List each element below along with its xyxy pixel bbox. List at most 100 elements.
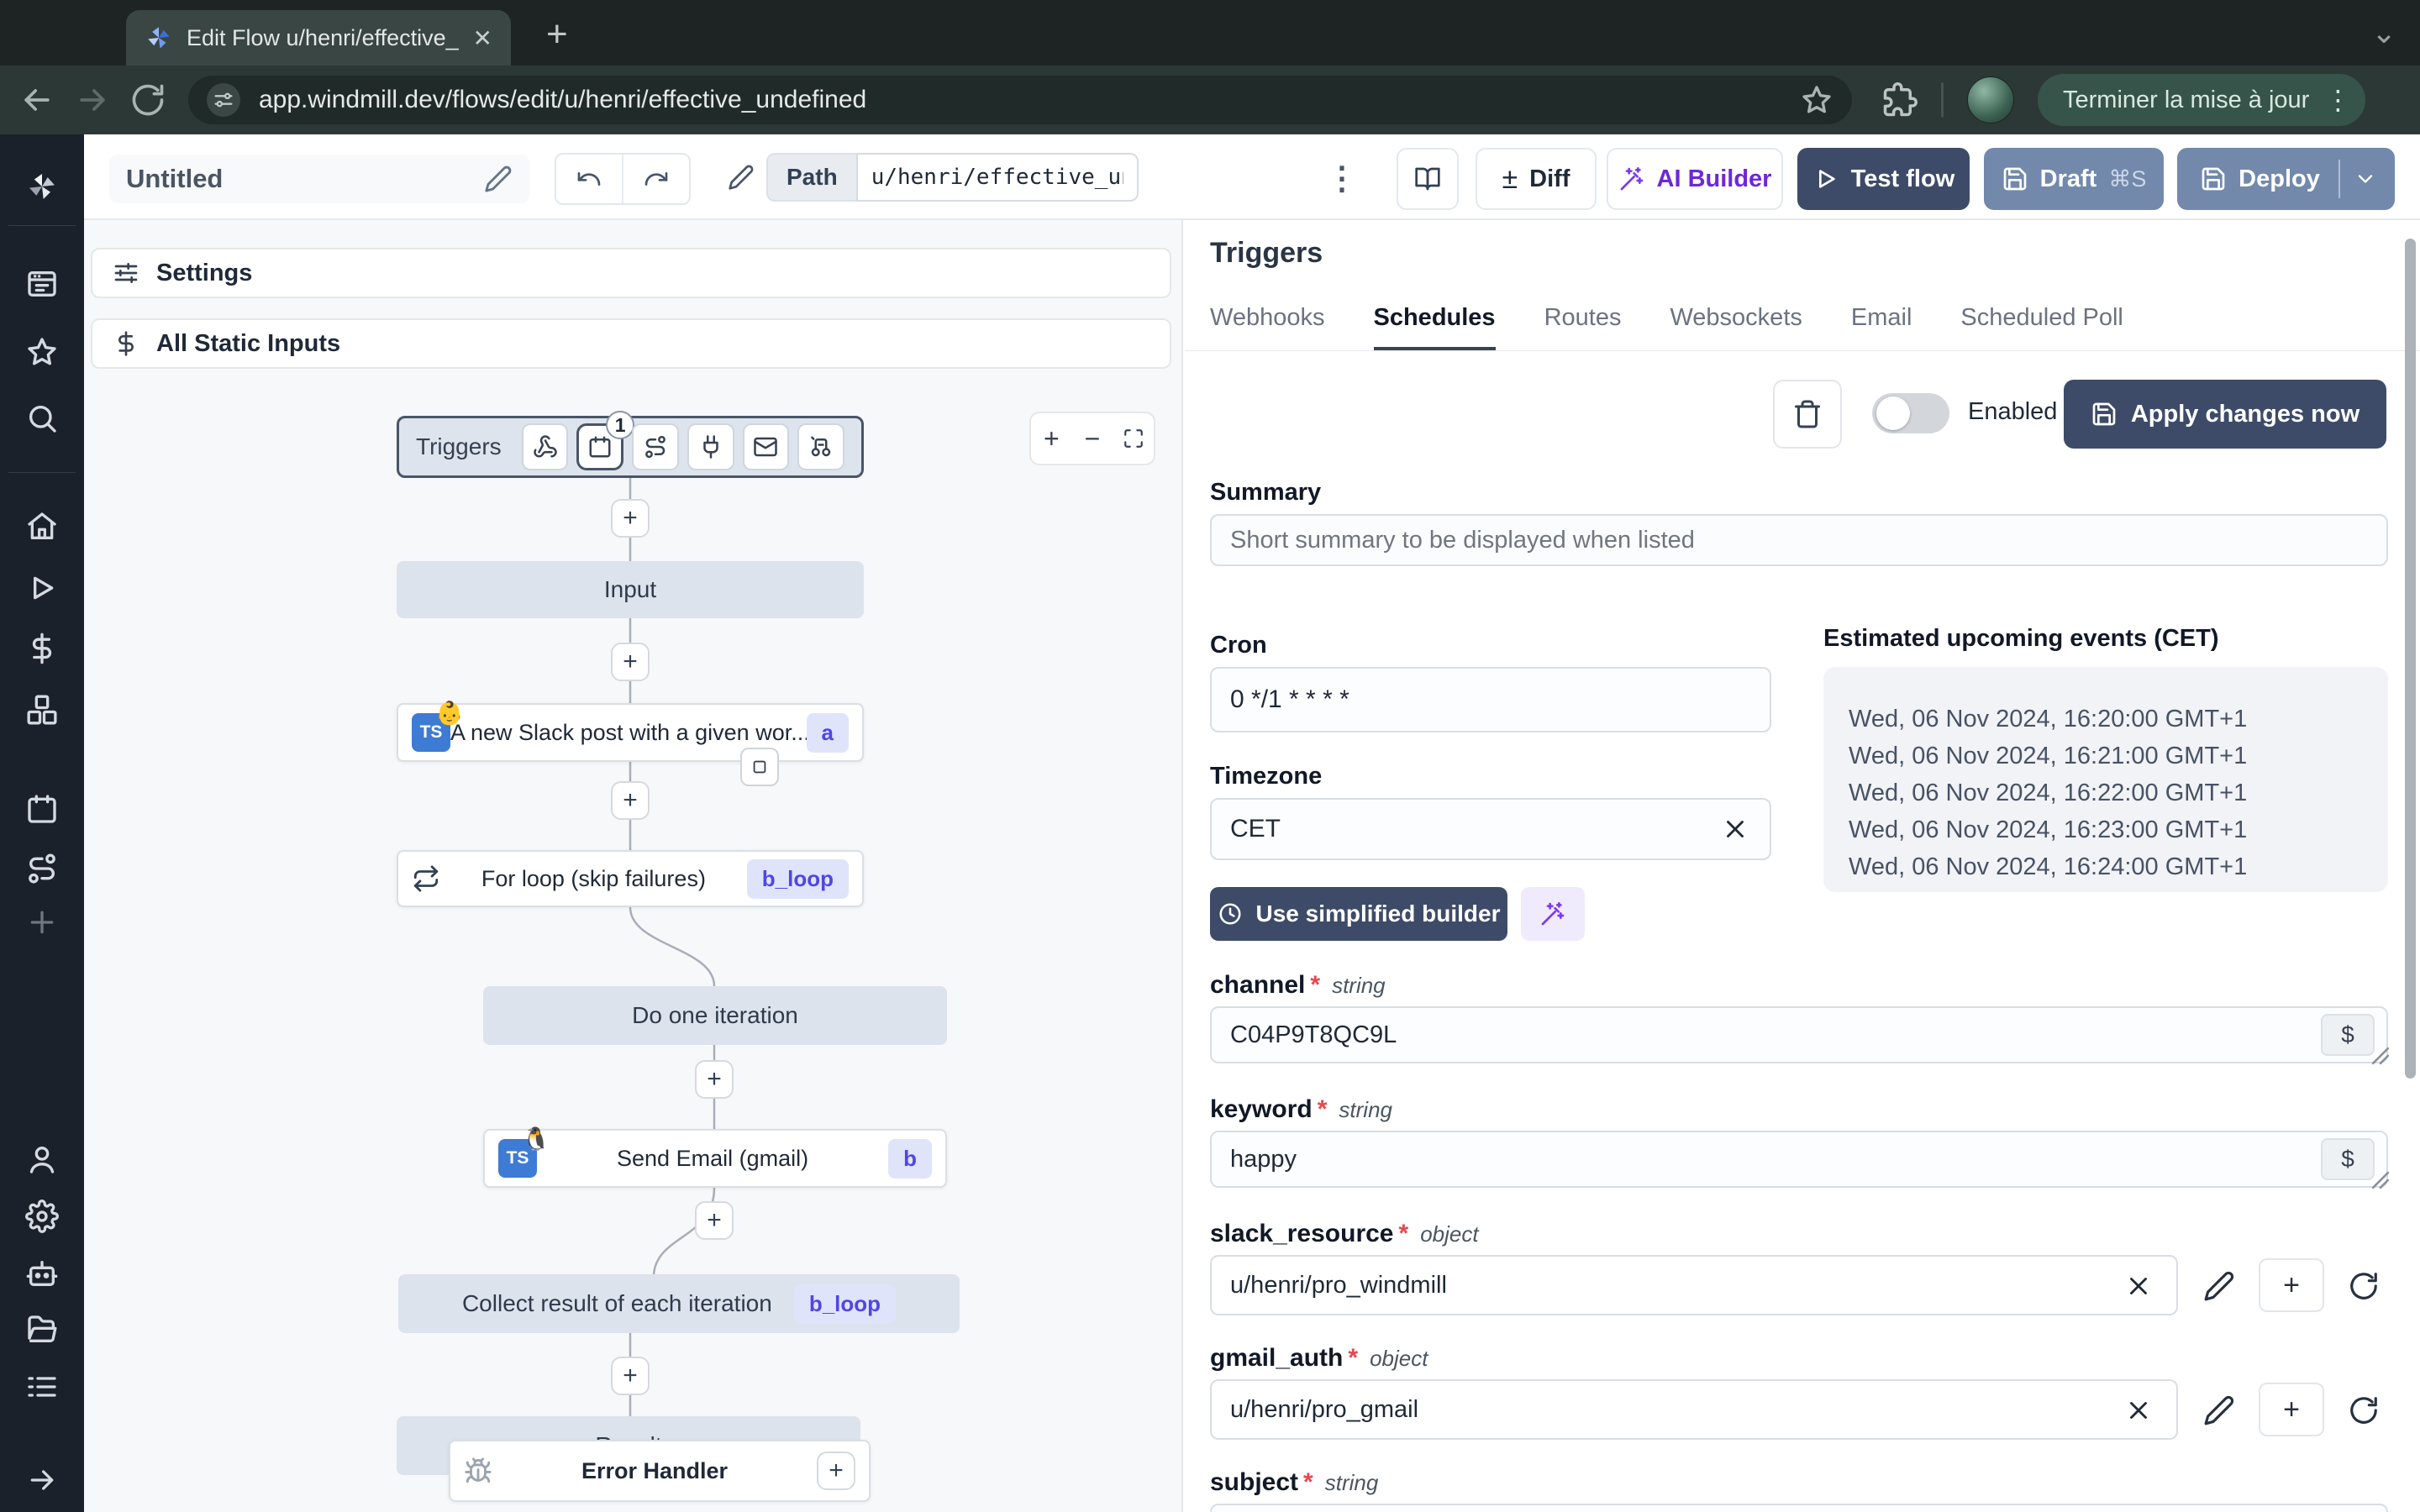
- apply-changes-button[interactable]: Apply changes now: [2064, 380, 2386, 449]
- add-step-button[interactable]: +: [611, 643, 650, 681]
- tab-search-chevron-icon[interactable]: ⌄: [2371, 15, 2396, 50]
- add-resource-button[interactable]: +: [2259, 1258, 2324, 1312]
- tab-webhooks[interactable]: Webhooks: [1210, 304, 1325, 351]
- logs-list-icon[interactable]: [25, 1370, 59, 1404]
- windmill-logo-icon[interactable]: [25, 170, 59, 203]
- route-trigger-icon[interactable]: [632, 423, 679, 470]
- deploy-dropdown-chevron-icon[interactable]: [2340, 167, 2391, 191]
- cron-input[interactable]: [1210, 667, 1771, 732]
- add-step-button[interactable]: +: [695, 1201, 734, 1240]
- subject-input[interactable]: [1210, 1504, 2388, 1512]
- more-options-kebab-icon[interactable]: ⋮: [1326, 160, 1358, 197]
- resize-handle[interactable]: [2371, 1171, 2390, 1189]
- runs-play-icon[interactable]: [25, 571, 59, 605]
- tab-schedules[interactable]: Schedules: [1373, 304, 1496, 351]
- resources-cubes-icon[interactable]: [25, 693, 59, 727]
- favorites-star-icon[interactable]: [25, 335, 59, 369]
- site-settings-icon[interactable]: [207, 83, 240, 117]
- add-resource-button[interactable]: +: [2259, 1383, 2324, 1436]
- simplified-builder-button[interactable]: Use simplified builder: [1210, 887, 1507, 941]
- settings-gear-icon[interactable]: [25, 1200, 59, 1233]
- draft-button[interactable]: Draft ⌘S: [1984, 148, 2164, 210]
- triggers-node[interactable]: Triggers 1: [397, 411, 864, 478]
- add-error-handler-button[interactable]: +: [817, 1452, 855, 1490]
- schedules-calendar-icon[interactable]: [25, 792, 59, 826]
- slack-step-node[interactable]: TS 👶 A new Slack post with a given wor..…: [397, 701, 864, 762]
- scheduled-poll-trigger-icon[interactable]: [797, 423, 844, 470]
- enabled-toggle[interactable]: [1872, 393, 1949, 433]
- tab-scheduled-poll[interactable]: Scheduled Poll: [1960, 304, 2123, 351]
- extensions-icon[interactable]: [1882, 82, 1918, 118]
- zoom-in-button[interactable]: +: [1031, 423, 1072, 454]
- delete-schedule-button[interactable]: [1773, 380, 1842, 449]
- deploy-button[interactable]: Deploy: [2177, 148, 2395, 210]
- clear-resource-icon[interactable]: [2124, 1396, 2153, 1425]
- resize-handle[interactable]: [2371, 1047, 2390, 1065]
- slack-resource-input[interactable]: [1210, 1255, 2178, 1315]
- tab-close-icon[interactable]: ✕: [473, 24, 492, 52]
- finish-update-button[interactable]: Terminer la mise à jour ⋮: [2038, 74, 2366, 126]
- flow-title-field[interactable]: Untitled: [109, 155, 529, 203]
- new-tab-button[interactable]: +: [546, 13, 568, 55]
- clear-timezone-icon[interactable]: [1721, 815, 1749, 843]
- tab-email[interactable]: Email: [1851, 304, 1912, 351]
- error-handler-node[interactable]: Error Handler +: [449, 1440, 871, 1502]
- back-icon[interactable]: [18, 81, 55, 118]
- schedule-trigger-icon[interactable]: 1: [576, 411, 635, 470]
- ai-builder-button[interactable]: AI Builder: [1607, 148, 1783, 210]
- early-stop-button[interactable]: [740, 748, 779, 786]
- zoom-out-button[interactable]: −: [1072, 423, 1113, 454]
- address-bar[interactable]: app.windmill.dev/flows/edit/u/henri/effe…: [188, 76, 1852, 124]
- add-step-button[interactable]: +: [695, 1060, 734, 1099]
- add-step-button[interactable]: +: [611, 781, 650, 820]
- email-trigger-icon[interactable]: [742, 423, 790, 470]
- collapse-arrow-icon[interactable]: [25, 1463, 59, 1497]
- add-step-button[interactable]: +: [611, 499, 650, 538]
- home-icon[interactable]: [25, 510, 59, 543]
- routes-icon[interactable]: [25, 852, 59, 885]
- folders-icon[interactable]: [25, 1313, 59, 1347]
- tab-websockets[interactable]: Websockets: [1670, 304, 1802, 351]
- path-input[interactable]: [855, 153, 1139, 202]
- input-node[interactable]: Input: [397, 561, 864, 618]
- add-icon[interactable]: [25, 906, 59, 939]
- pill-kebab-icon[interactable]: ⋮: [2324, 84, 2352, 116]
- keyword-input[interactable]: [1210, 1131, 2388, 1188]
- insert-expr-dollar-button[interactable]: $: [2321, 1014, 2375, 1056]
- edit-resource-pencil-icon[interactable]: [2203, 1270, 2235, 1302]
- bot-icon[interactable]: [25, 1257, 59, 1290]
- browser-tab[interactable]: Edit Flow u/henri/effective_un ✕: [126, 10, 511, 66]
- insert-expr-dollar-button[interactable]: $: [2321, 1138, 2375, 1180]
- reload-icon[interactable]: [129, 81, 166, 118]
- do-one-iteration-node[interactable]: Do one iteration: [483, 986, 947, 1045]
- undo-button[interactable]: [556, 155, 622, 203]
- bookmark-star-icon[interactable]: [1800, 83, 1833, 117]
- webhook-trigger-icon[interactable]: [521, 423, 569, 470]
- add-step-button[interactable]: +: [611, 1357, 650, 1395]
- workspace-board-icon[interactable]: [25, 267, 59, 301]
- channel-input[interactable]: [1210, 1006, 2388, 1063]
- summary-input[interactable]: [1210, 514, 2388, 566]
- panel-scrollbar[interactable]: [2405, 239, 2416, 1079]
- user-icon[interactable]: [25, 1142, 59, 1176]
- redo-button[interactable]: [622, 155, 689, 203]
- refresh-resource-icon[interactable]: [2348, 1270, 2380, 1302]
- send-email-node[interactable]: TS 🐧 Send Email (gmail) b: [483, 1126, 947, 1188]
- variables-dollar-icon[interactable]: [25, 632, 59, 665]
- websocket-trigger-icon[interactable]: [687, 423, 734, 470]
- tab-routes[interactable]: Routes: [1544, 304, 1622, 351]
- url-text[interactable]: app.windmill.dev/flows/edit/u/henri/effe…: [259, 86, 1800, 114]
- docs-book-button[interactable]: [1397, 148, 1459, 210]
- gmail-auth-input[interactable]: [1210, 1379, 2178, 1440]
- clear-resource-icon[interactable]: [2124, 1272, 2153, 1300]
- forloop-node[interactable]: For loop (skip failures) b_loop: [397, 850, 864, 907]
- collect-result-node[interactable]: Collect result of each iteration b_loop: [398, 1274, 960, 1333]
- profile-avatar[interactable]: [1967, 76, 2014, 123]
- forward-icon[interactable]: [74, 81, 111, 118]
- refresh-resource-icon[interactable]: [2348, 1394, 2380, 1426]
- test-flow-button[interactable]: Test flow: [1797, 148, 1970, 210]
- edit-resource-pencil-icon[interactable]: [2203, 1394, 2235, 1426]
- timezone-input[interactable]: [1210, 798, 1771, 860]
- edit-path-pencil-icon[interactable]: [728, 164, 755, 191]
- edit-title-pencil-icon[interactable]: [484, 165, 513, 193]
